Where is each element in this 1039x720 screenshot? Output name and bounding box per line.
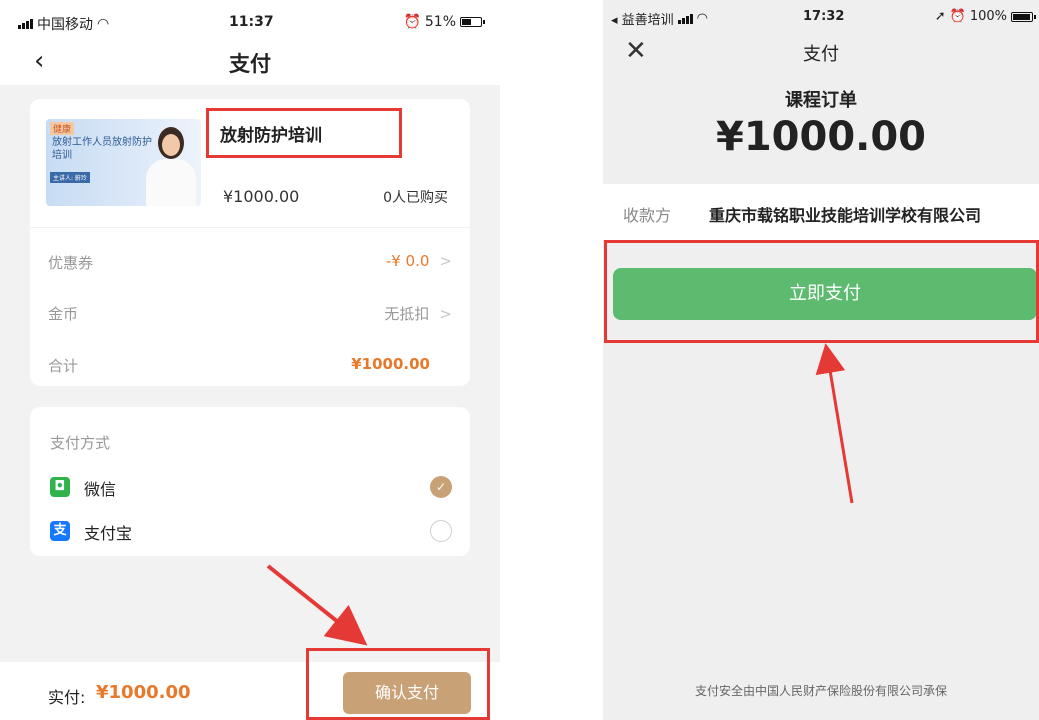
wifi-icon: ◠: [97, 16, 110, 32]
chevron-right-icon: >: [439, 252, 452, 270]
course-thumbnail[interactable]: 健康 放射工作人员放射防护培训 主讲人: 蔚玲: [46, 119, 201, 206]
wifi-icon: ◠: [696, 11, 709, 26]
highlight-box-course-name: [206, 108, 402, 158]
status-time: 11:37: [229, 14, 274, 30]
wechat-icon: ◘: [50, 477, 70, 497]
payment-method-card: 支付方式 ◘ 微信 ✓ 支 支付宝: [30, 407, 470, 556]
status-bar: 中国移动 ◠ 11:37 ⏰ 51%: [0, 0, 500, 40]
radio-unchecked-icon[interactable]: [430, 520, 452, 542]
highlight-box-pay-now-button: [604, 240, 1039, 343]
alipay-icon: 支: [50, 521, 70, 541]
security-guarantee-text: 支付安全由中国人民财产保险股份有限公司承保: [694, 684, 947, 698]
battery-icon: [460, 17, 485, 27]
order-amount: ¥1000.00: [715, 114, 927, 160]
payment-option-alipay[interactable]: 支 支付宝: [50, 519, 452, 545]
thumb-title: 放射工作人员放射防护培训: [52, 137, 152, 161]
order-label: 课程订单: [785, 90, 857, 111]
thumb-tag: 健康: [50, 122, 75, 135]
payee-row: 收款方 重庆市载铭职业技能培训学校有限公司: [603, 184, 1039, 240]
coupon-value: -¥ 0.0: [385, 252, 430, 270]
coupon-label: 优惠券: [48, 254, 94, 272]
payee-value: 重庆市载铭职业技能培训学校有限公司: [709, 206, 982, 225]
alarm-icon: ⏰: [403, 14, 421, 30]
total-row: 合计 ¥1000.00: [48, 350, 452, 380]
alarm-icon: ⏰: [949, 9, 966, 24]
status-bar: ◂ 益善培训 ◠ 17:32 ➚ ⏰ 100%: [603, 0, 1039, 36]
payment-option-label: 微信: [84, 480, 117, 499]
course-price: ¥1000.00: [223, 187, 300, 206]
payment-method-title: 支付方式: [50, 434, 111, 452]
radio-checked-icon[interactable]: ✓: [430, 476, 452, 498]
battery-percent: 51%: [424, 14, 456, 30]
battery-percent: 100%: [969, 9, 1007, 24]
payment-option-label: 支付宝: [84, 524, 133, 543]
buyer-count: 0人已购买: [383, 190, 448, 206]
order-summary: 课程订单 ¥1000.00: [603, 76, 1039, 184]
page-title: 支付: [803, 44, 839, 65]
right-phone-screen: ◂ 益善培训 ◠ 17:32 ➚ ⏰ 100% ✕ 支付 课程订单 ¥1000.…: [603, 0, 1039, 720]
divider: [30, 227, 470, 228]
signal-icon: [18, 19, 33, 29]
signal-icon: [677, 13, 693, 24]
nav-bar: ✕ 支付: [603, 36, 1039, 76]
coins-label: 金币: [48, 305, 79, 323]
thumb-host: 主讲人: 蔚玲: [50, 172, 90, 183]
presenter-image: [142, 125, 200, 206]
nav-bar: ‹ 支付: [0, 40, 500, 85]
actual-pay-label: 实付:: [48, 688, 86, 707]
total-value: ¥1000.00: [351, 355, 430, 373]
location-icon: ➚: [934, 9, 946, 24]
coupon-row[interactable]: 优惠券 -¥ 0.0 >: [48, 247, 452, 277]
status-time: 17:32: [803, 9, 845, 24]
coins-value: 无抵扣: [384, 305, 430, 323]
battery-icon: [1011, 11, 1036, 22]
coins-row[interactable]: 金币 无抵扣 >: [48, 298, 452, 328]
chevron-right-icon: >: [439, 305, 452, 323]
highlight-box-confirm-button: [306, 648, 490, 720]
payee-label: 收款方: [623, 206, 672, 225]
back-to-app-link[interactable]: ◂ 益善培训: [611, 9, 674, 28]
carrier-name: 中国移动: [37, 17, 93, 33]
page-title: 支付: [229, 52, 271, 76]
payment-option-wechat[interactable]: ◘ 微信 ✓: [50, 475, 452, 501]
total-label: 合计: [48, 357, 79, 375]
actual-pay-amount: ¥1000.00: [96, 682, 191, 703]
